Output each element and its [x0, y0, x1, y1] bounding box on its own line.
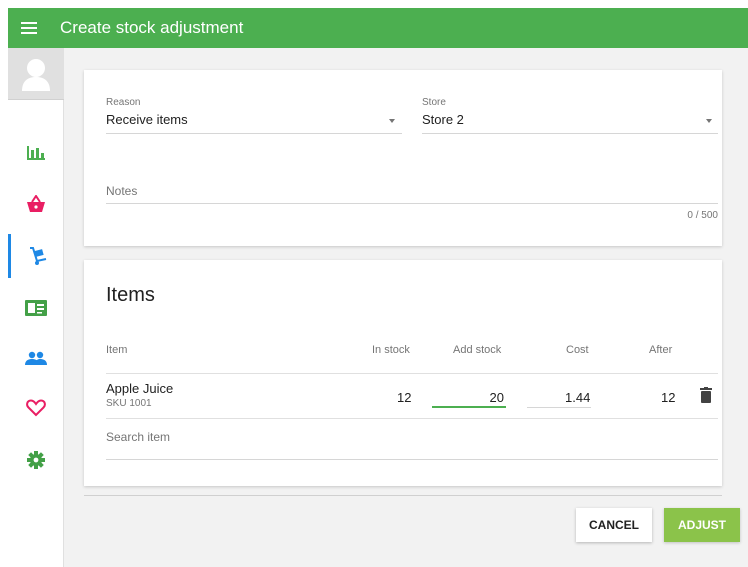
row-separator	[106, 418, 718, 419]
item-sku: SKU 1001	[106, 398, 152, 409]
store-underline	[422, 133, 718, 134]
notes-underline	[106, 203, 718, 204]
trash-icon	[700, 387, 712, 403]
sidebar-item-employees[interactable]	[8, 336, 64, 380]
in-stock-value: 12	[397, 390, 412, 405]
column-header-cost: Cost	[566, 344, 589, 356]
app-bar: Create stock adjustment	[8, 8, 748, 48]
sidebar	[8, 48, 64, 567]
search-underline	[106, 459, 718, 460]
add-stock-input[interactable]: 20	[432, 382, 506, 408]
adjustment-details-card: Reason Receive items Store Store 2 Notes…	[84, 70, 722, 246]
sidebar-item-customers[interactable]	[8, 386, 64, 430]
item-name: Apple Juice	[106, 381, 174, 396]
hamburger-menu-icon	[21, 22, 37, 34]
dolly-icon	[29, 247, 46, 265]
id-card-icon	[25, 300, 47, 316]
avatar[interactable]	[8, 48, 64, 100]
table-row: Apple Juice SKU 1001 12 20 1.44 12	[84, 374, 722, 418]
footer-divider	[84, 495, 722, 496]
sidebar-item-settings[interactable]	[8, 438, 64, 482]
delete-item-button[interactable]	[698, 386, 714, 406]
column-header-after: After	[649, 344, 673, 356]
menu-button[interactable]	[8, 8, 50, 48]
cancel-button[interactable]: CANCEL	[576, 508, 652, 542]
cost-input[interactable]: 1.44	[527, 382, 591, 408]
page-title: Create stock adjustment	[60, 18, 244, 37]
add-stock-value: 20	[489, 390, 504, 405]
cost-value: 1.44	[565, 390, 591, 405]
main-content: Reason Receive items Store Store 2 Notes…	[64, 48, 748, 567]
search-item-placeholder: Search item	[106, 430, 171, 444]
bar-chart-icon	[27, 146, 45, 160]
sidebar-item-sales[interactable]	[8, 182, 64, 226]
sidebar-item-inventory[interactable]	[8, 234, 64, 278]
sidebar-item-reports[interactable]	[8, 130, 64, 174]
store-select[interactable]: Store 2	[422, 110, 718, 134]
people-icon	[25, 351, 47, 365]
items-heading: Items	[106, 284, 155, 306]
search-item-input[interactable]: Search item	[106, 426, 718, 460]
reason-select[interactable]: Receive items	[106, 110, 402, 134]
reason-dropdown-arrow-icon	[389, 119, 395, 123]
user-avatar-icon	[22, 58, 50, 91]
column-header-in-stock: In stock	[372, 344, 410, 356]
items-card: Items Item In stock Add stock Cost After…	[84, 260, 722, 486]
column-header-item: Item	[106, 344, 128, 356]
notes-char-counter: 0 / 500	[687, 210, 718, 221]
gear-icon	[27, 451, 45, 469]
column-header-add-stock: Add stock	[453, 344, 502, 356]
adjust-button[interactable]: ADJUST	[664, 508, 740, 542]
reason-label: Reason	[106, 97, 141, 108]
basket-icon	[27, 195, 45, 212]
heart-icon	[26, 399, 46, 417]
store-value: Store 2	[422, 112, 464, 127]
store-dropdown-arrow-icon	[706, 119, 712, 123]
store-label: Store	[422, 97, 446, 108]
reason-value: Receive items	[106, 112, 188, 127]
notes-placeholder: Notes	[106, 184, 138, 198]
reason-underline	[106, 133, 402, 134]
sidebar-item-items[interactable]	[8, 286, 64, 330]
after-value: 12	[661, 390, 676, 405]
notes-field[interactable]: Notes	[106, 180, 718, 204]
